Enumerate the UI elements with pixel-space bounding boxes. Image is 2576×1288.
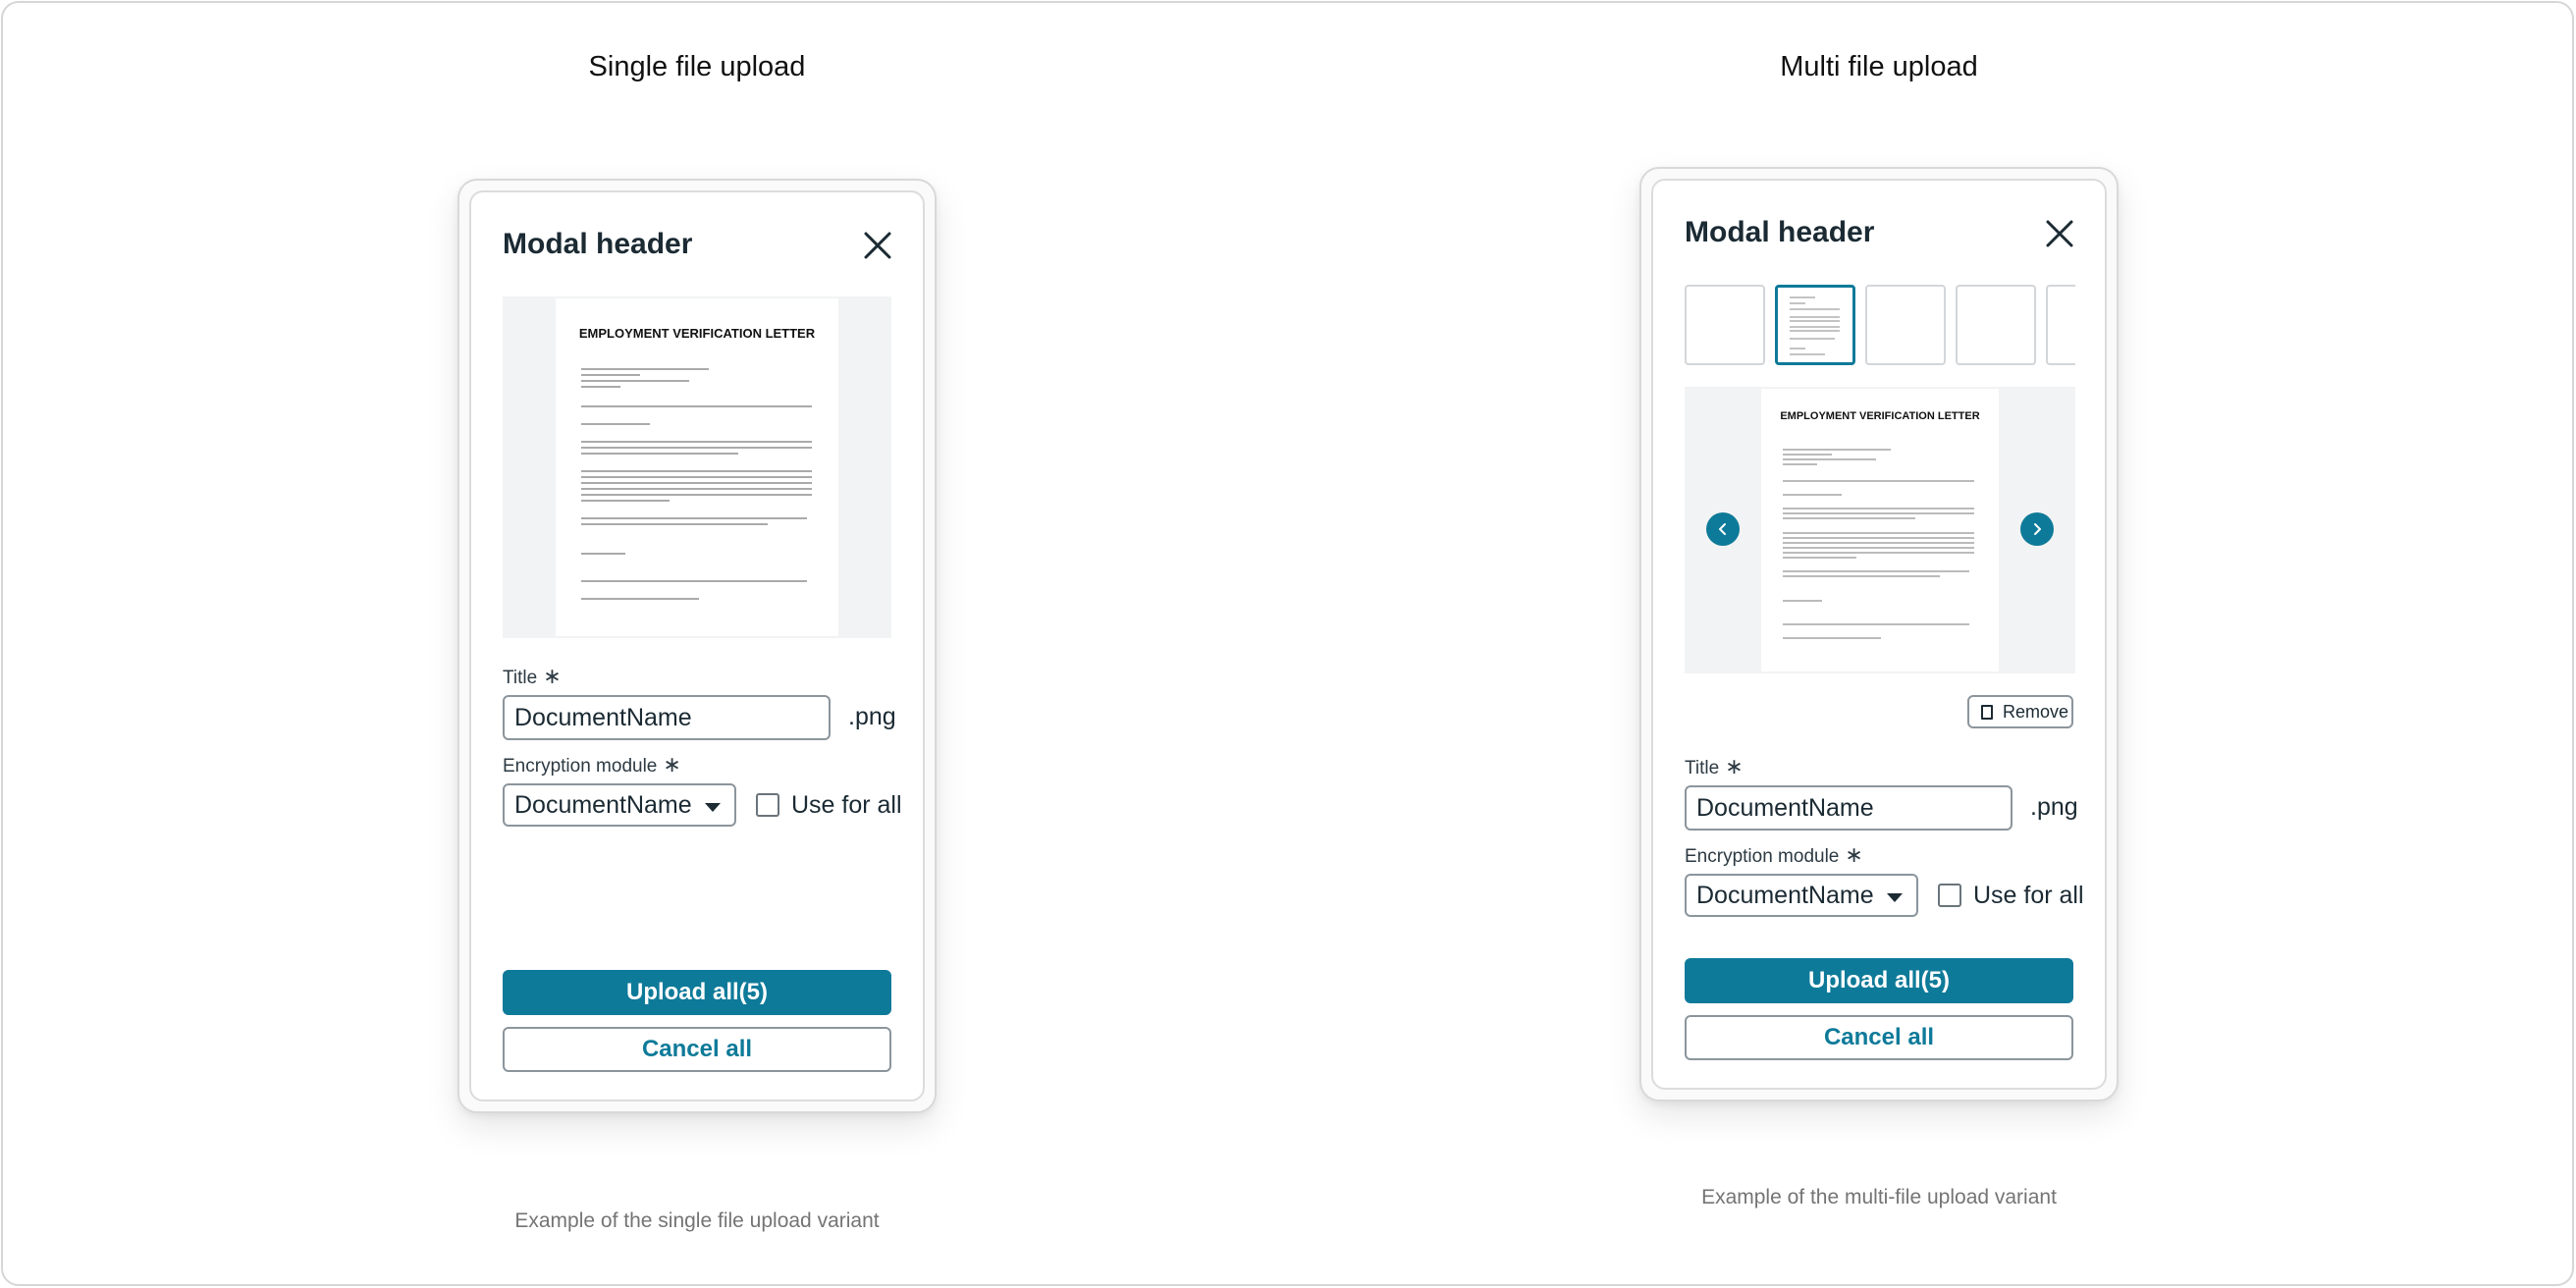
cancel-all-button[interactable]: Cancel all bbox=[503, 1027, 891, 1072]
modal-header: Modal header bbox=[503, 228, 693, 260]
multi-modal-shell: Modal header EMPLOYMENT VERIFICATION LET… bbox=[1639, 167, 2119, 1101]
remove-button[interactable]: Remove bbox=[1967, 695, 2073, 728]
previous-arrow-button[interactable] bbox=[1706, 512, 1740, 546]
thumbnail-1[interactable] bbox=[1685, 285, 1765, 365]
use-for-all-label: Use for all bbox=[791, 791, 902, 819]
multi-caption: Example of the multi-file upload variant bbox=[1701, 1186, 2057, 1208]
use-for-all-checkbox[interactable] bbox=[1938, 884, 1961, 907]
modal-header: Modal header bbox=[1685, 216, 1875, 248]
thumbnail-3[interactable] bbox=[1865, 285, 1946, 365]
close-icon[interactable] bbox=[860, 228, 895, 263]
close-icon[interactable] bbox=[2042, 216, 2077, 251]
title-input[interactable]: DocumentName bbox=[1685, 785, 2012, 831]
single-modal: Modal header EMPLOYMENT VERIFICATION LET… bbox=[469, 190, 925, 1101]
encryption-label: Encryption module ∗ bbox=[503, 752, 681, 777]
document-page: EMPLOYMENT VERIFICATION LETTER bbox=[556, 298, 838, 636]
use-for-all-checkbox[interactable] bbox=[756, 793, 779, 817]
document-body-lines bbox=[581, 368, 812, 600]
encryption-select[interactable]: DocumentName bbox=[503, 783, 736, 827]
multi-modal: Modal header EMPLOYMENT VERIFICATION LET… bbox=[1651, 179, 2107, 1090]
thumbnail-5[interactable] bbox=[2046, 285, 2075, 365]
file-extension: .png bbox=[2030, 793, 2078, 821]
encryption-select-value: DocumentName bbox=[1696, 882, 1874, 909]
multi-section-title: Multi file upload bbox=[1780, 51, 1978, 82]
chevron-down-icon bbox=[1887, 893, 1903, 902]
title-label: Title ∗ bbox=[1685, 754, 1744, 778]
document-title: EMPLOYMENT VERIFICATION LETTER bbox=[578, 326, 816, 341]
encryption-select[interactable]: DocumentName bbox=[1685, 874, 1918, 917]
document-preview: EMPLOYMENT VERIFICATION LETTER bbox=[1685, 387, 2075, 673]
document-preview: EMPLOYMENT VERIFICATION LETTER bbox=[503, 296, 891, 638]
document-title: EMPLOYMENT VERIFICATION LETTER bbox=[1780, 410, 1980, 422]
encryption-label: Encryption module ∗ bbox=[1685, 842, 1863, 867]
canvas-frame bbox=[1, 1, 2574, 1286]
thumbnail-2-selected[interactable] bbox=[1775, 285, 1855, 365]
thumbnail-4[interactable] bbox=[1956, 285, 2036, 365]
chevron-left-icon bbox=[1719, 523, 1726, 535]
single-caption: Example of the single file upload varian… bbox=[514, 1209, 880, 1232]
file-extension: .png bbox=[848, 703, 896, 730]
use-for-all-label: Use for all bbox=[1973, 882, 2084, 909]
file-icon bbox=[1981, 705, 1993, 720]
remove-button-label: Remove bbox=[2003, 702, 2069, 722]
thumbnail-document-icon bbox=[1790, 296, 1840, 355]
document-body-lines bbox=[1783, 449, 1974, 639]
thumbnail-strip bbox=[1685, 285, 2075, 367]
next-arrow-button[interactable] bbox=[2020, 512, 2054, 546]
chevron-down-icon bbox=[705, 803, 721, 812]
title-label: Title ∗ bbox=[503, 664, 562, 688]
single-modal-shell: Modal header EMPLOYMENT VERIFICATION LET… bbox=[457, 179, 937, 1113]
single-section-title: Single file upload bbox=[588, 51, 806, 82]
chevron-right-icon bbox=[2034, 523, 2041, 535]
document-page: EMPLOYMENT VERIFICATION LETTER bbox=[1761, 389, 1999, 671]
upload-all-button[interactable]: Upload all(5) bbox=[1685, 958, 2073, 1003]
cancel-all-button[interactable]: Cancel all bbox=[1685, 1015, 2073, 1060]
title-input[interactable]: DocumentName bbox=[503, 695, 831, 740]
encryption-select-value: DocumentName bbox=[514, 791, 692, 819]
upload-all-button[interactable]: Upload all(5) bbox=[503, 970, 891, 1015]
